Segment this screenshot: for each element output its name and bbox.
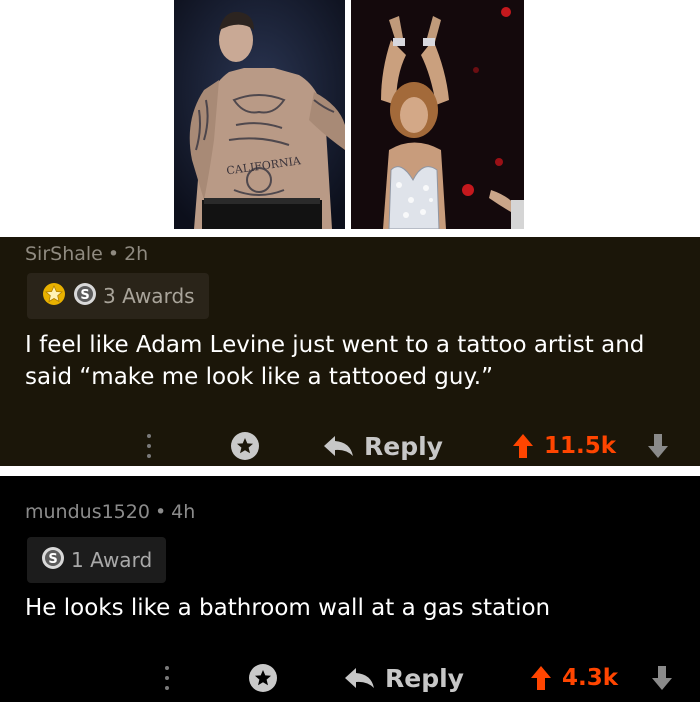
silver-award-icon: S: [73, 282, 97, 311]
comment-1: SirShale • 2h S 3 Awards I feel like Adam …: [0, 237, 700, 466]
more-options-icon[interactable]: [146, 434, 152, 458]
photo-performer: [351, 0, 524, 229]
reply-button[interactable]: Reply: [343, 663, 464, 693]
svg-text:S: S: [48, 552, 57, 567]
reply-label: Reply: [364, 431, 443, 461]
comment-2: mundus1520 • 4h S 1 Award He looks like a …: [0, 476, 700, 702]
save-star-icon[interactable]: [248, 663, 278, 693]
upvote-icon[interactable]: [512, 433, 534, 459]
gold-star-award-icon: [41, 281, 67, 312]
downvote-icon[interactable]: [651, 665, 673, 691]
awards-count: 1 Award: [71, 548, 153, 572]
svg-text:S: S: [80, 288, 89, 303]
reply-button[interactable]: Reply: [322, 431, 443, 461]
awards-badge[interactable]: S 1 Award: [27, 537, 167, 583]
comment-divider: [0, 466, 700, 476]
comment-actions: Reply 4.3k: [0, 659, 700, 699]
awards-count: 3 Awards: [103, 284, 195, 308]
photo-strip: CALIFORNIA: [0, 0, 700, 237]
more-options-icon[interactable]: [164, 666, 170, 690]
vote-score: 11.5k: [512, 431, 616, 461]
username[interactable]: SirShale: [25, 243, 103, 265]
upvote-icon[interactable]: [530, 665, 552, 691]
score: 11.5k: [544, 433, 617, 459]
silver-award-icon: S: [41, 546, 65, 575]
save-star-icon[interactable]: [230, 431, 260, 461]
downvote-icon[interactable]: [647, 433, 669, 459]
reply-label: Reply: [385, 663, 464, 693]
awards-badge[interactable]: S 3 Awards: [27, 273, 209, 319]
comment-body: I feel like Adam Levine just went to a t…: [25, 332, 645, 390]
comment-time: 2h: [124, 243, 149, 265]
comment-time: 4h: [171, 501, 196, 523]
comment-actions: Reply 11.5k: [0, 427, 700, 467]
comment-meta: mundus1520 • 4h: [25, 501, 195, 523]
vote-score: 4.3k: [530, 663, 618, 693]
score: 4.3k: [562, 665, 619, 691]
comment-meta: SirShale • 2h: [25, 243, 148, 265]
comment-body: He looks like a bathroom wall at a gas s…: [25, 595, 551, 621]
reply-arrow-icon: [345, 668, 374, 688]
meta-separator: •: [154, 501, 167, 523]
meta-separator: •: [107, 243, 120, 265]
reply-arrow-icon: [324, 436, 353, 456]
username[interactable]: mundus1520: [25, 501, 150, 523]
photo-tattooed-singer: CALIFORNIA: [174, 0, 345, 229]
